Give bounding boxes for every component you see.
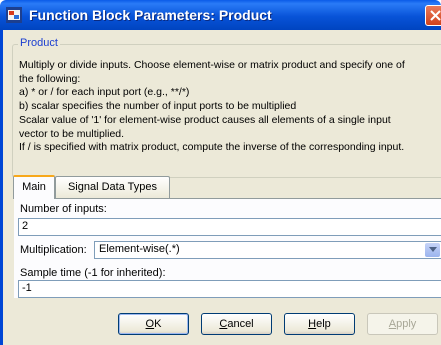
sample-time-field[interactable]: -1 (18, 280, 441, 298)
description-line: vector to be multiplied. (19, 127, 125, 140)
close-icon (430, 10, 441, 21)
dialog-body: Product Multiply or divide inputs. Choos… (0, 30, 441, 345)
description-line: b) scalar specifies the number of input … (19, 100, 297, 113)
description-line: If / is specified with matrix product, c… (19, 141, 405, 154)
multiplication-label: Multiplication: (20, 244, 87, 256)
tab-main[interactable]: Main (13, 175, 55, 199)
help-button[interactable]: Help (284, 313, 355, 335)
description-line: a) * or / for each input port (e.g., **/… (19, 86, 190, 99)
close-button[interactable] (425, 5, 441, 26)
multiplication-select[interactable]: Element-wise(.*) (94, 241, 441, 259)
description-line: the following: (19, 72, 81, 85)
description-line: Multiply or divide inputs. Choose elemen… (19, 59, 405, 71)
tab-signal-data-types[interactable]: Signal Data Types (55, 176, 170, 198)
window-title: Function Block Parameters: Product (29, 7, 272, 23)
multiplication-value: Element-wise(.*) (99, 243, 180, 255)
cancel-button[interactable]: Cancel (201, 313, 272, 335)
number-of-inputs-label: Number of inputs: (20, 203, 107, 215)
block-description: Multiply or divide inputs. Choose elemen… (19, 59, 441, 155)
ok-button[interactable]: OK (118, 313, 189, 335)
description-line: Scalar value of '1' for element-wise pro… (19, 113, 391, 126)
number-of-inputs-field[interactable]: 2 (18, 218, 441, 236)
simulink-block-icon (6, 7, 22, 23)
tab-panel-main: Number of inputs: 2 Multiplication: Elem… (14, 198, 441, 298)
group-label: Product (18, 37, 60, 49)
title-bar[interactable]: Function Block Parameters: Product (0, 0, 441, 30)
sample-time-label: Sample time (-1 for inherited): (20, 267, 166, 279)
apply-button[interactable]: Apply (367, 313, 438, 335)
chevron-down-icon[interactable] (425, 243, 440, 257)
